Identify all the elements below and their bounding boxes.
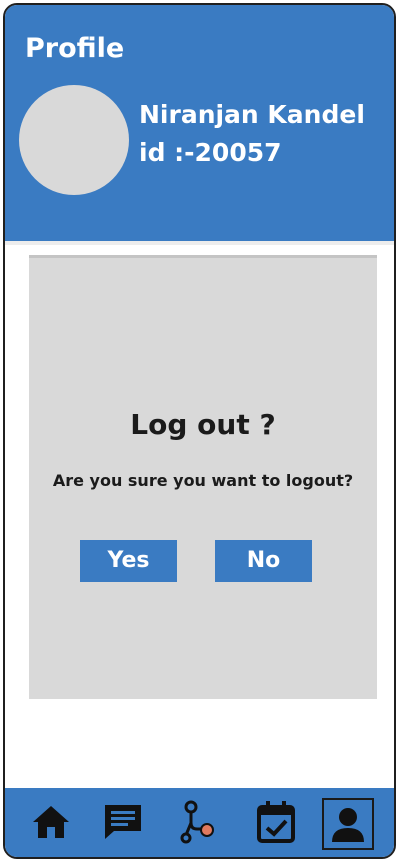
page-title: Profile <box>25 33 125 64</box>
user-id: id :-20057 <box>139 138 282 167</box>
nav-chat[interactable] <box>97 796 149 848</box>
home-icon <box>33 806 69 838</box>
phone-frame: Profile Niranjan Kandel id :-20057 Log o… <box>3 3 396 859</box>
profile-header: Profile Niranjan Kandel id :-20057 <box>5 5 394 241</box>
nav-home[interactable] <box>25 796 77 848</box>
bottom-nav <box>5 788 394 857</box>
no-button[interactable]: No <box>215 540 312 582</box>
nav-route[interactable] <box>172 796 224 848</box>
nav-calendar[interactable] <box>250 796 302 848</box>
user-name: Niranjan Kandel <box>139 100 365 129</box>
header-divider <box>5 241 394 245</box>
avatar <box>19 85 129 195</box>
logout-dialog: Log out ? Are you sure you want to logou… <box>29 255 377 699</box>
calendar-check-icon <box>257 801 295 843</box>
dialog-title: Log out ? <box>130 408 276 441</box>
dialog-message: Are you sure you want to logout? <box>52 471 354 490</box>
chat-icon <box>105 805 141 839</box>
profile-icon <box>332 808 364 842</box>
route-icon <box>180 800 214 844</box>
yes-button[interactable]: Yes <box>80 540 177 582</box>
nav-profile[interactable] <box>322 798 374 850</box>
